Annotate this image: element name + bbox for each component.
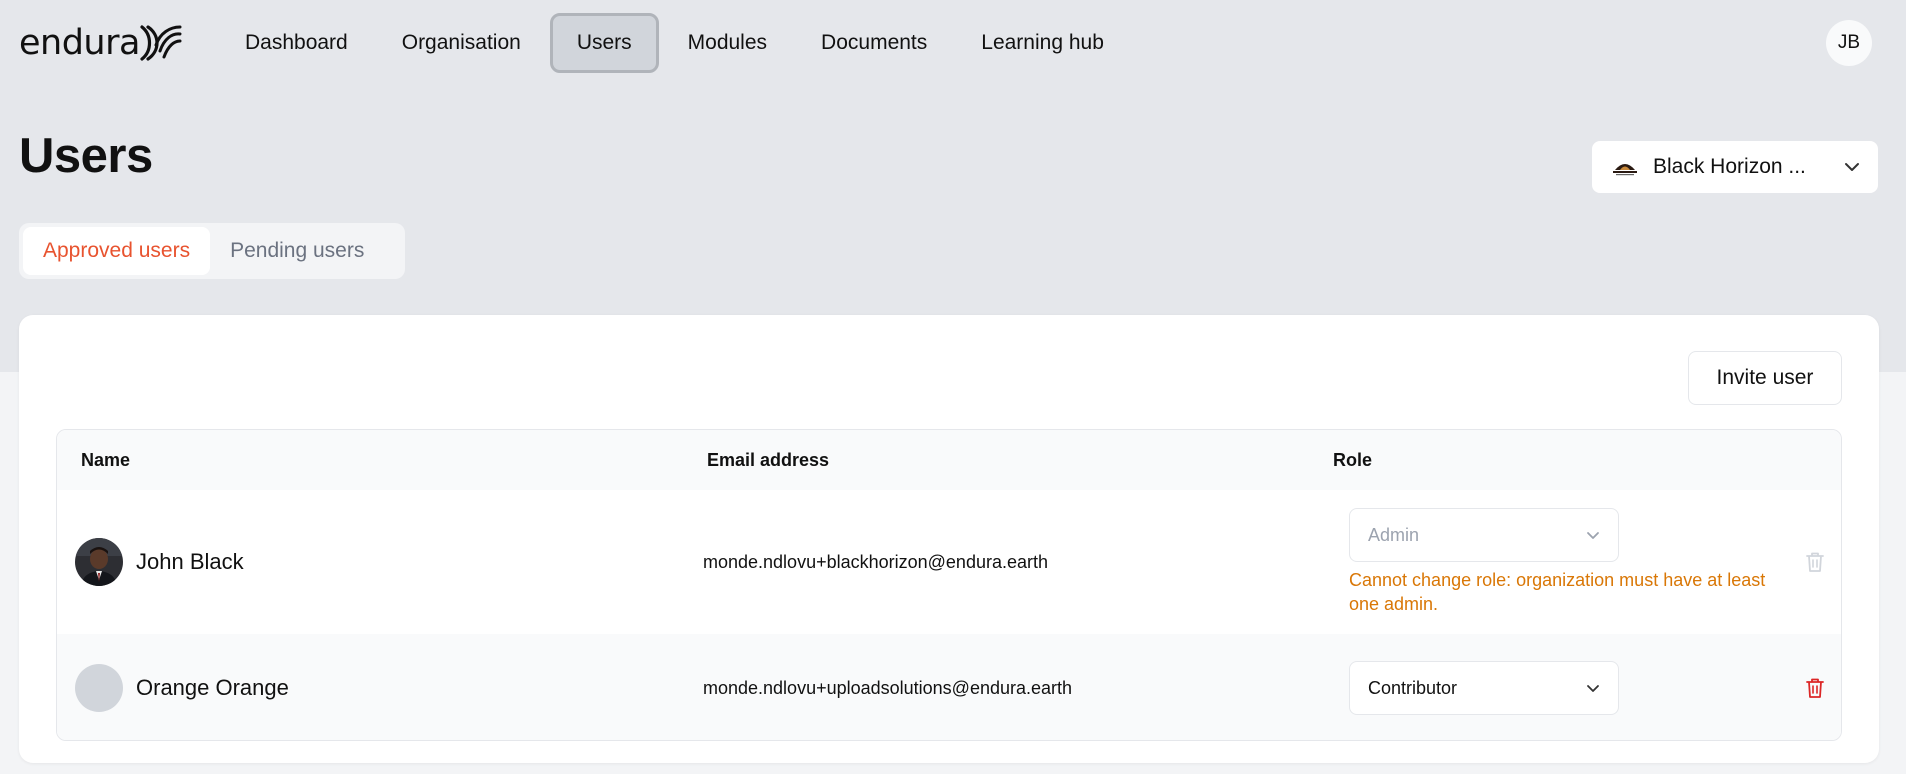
chevron-down-icon [1587,531,1599,539]
logo-mark-icon [140,25,182,61]
nav-organisation[interactable]: Organisation [375,13,548,73]
column-header-role: Role [1333,450,1373,470]
tab-pending-users[interactable]: Pending users [210,227,384,275]
top-navigation: endura Dashboard Organisation Users Modu… [0,0,1906,86]
role-select[interactable]: Contributor [1349,661,1619,715]
users-card: Invite user Name Email address Role John… [19,315,1879,763]
trash-icon[interactable] [1804,676,1826,700]
role-warning-message: Cannot change role: organization must ha… [1349,570,1766,614]
user-email: monde.ndlovu+blackhorizon@endura.earth [703,552,1048,572]
chevron-down-icon [1587,684,1599,692]
table-header: Name Email address Role [57,430,1841,490]
user-email: monde.ndlovu+uploadsolutions@endura.eart… [703,678,1073,698]
chevron-down-icon [1845,163,1859,171]
name-cell: Orange Orange [75,664,289,712]
role-select-value: Admin [1368,524,1420,545]
users-table: Name Email address Role John Black monde… [56,429,1842,741]
avatar [75,538,123,586]
nav-learning-hub[interactable]: Learning hub [954,13,1131,73]
role-select-value: Contributor [1368,677,1458,698]
column-header-email: Email address [707,450,830,470]
org-logo [1611,157,1639,177]
trash-icon[interactable] [1804,550,1826,574]
main-nav: Dashboard Organisation Users Modules Doc… [218,13,1131,73]
role-select[interactable]: Admin [1349,508,1619,562]
endura-logo[interactable]: endura [19,20,182,66]
nav-users[interactable]: Users [549,13,659,73]
column-header-name: Name [81,450,131,470]
user-tabs: Approved users Pending users [19,223,405,279]
organisation-selector[interactable]: Black Horizon ... [1592,141,1878,193]
nav-modules[interactable]: Modules [661,13,794,73]
invite-user-button[interactable]: Invite user [1688,351,1842,405]
user-avatar-menu[interactable]: JB [1826,20,1872,66]
tab-approved-users[interactable]: Approved users [23,227,211,275]
user-name: Orange Orange [136,675,289,700]
avatar [75,664,123,712]
nav-documents[interactable]: Documents [794,13,954,73]
name-cell: John Black [75,538,244,586]
table-row: John Black monde.ndlovu+blackhorizon@end… [57,490,1841,634]
org-selector-label: Black Horizon ... [1653,155,1806,178]
page-title: Users [19,129,153,183]
table-row: Orange Orange monde.ndlovu+uploadsolutio… [57,634,1841,740]
logo-text: endura [19,23,140,63]
nav-dashboard[interactable]: Dashboard [218,13,375,73]
user-name: John Black [136,549,244,574]
